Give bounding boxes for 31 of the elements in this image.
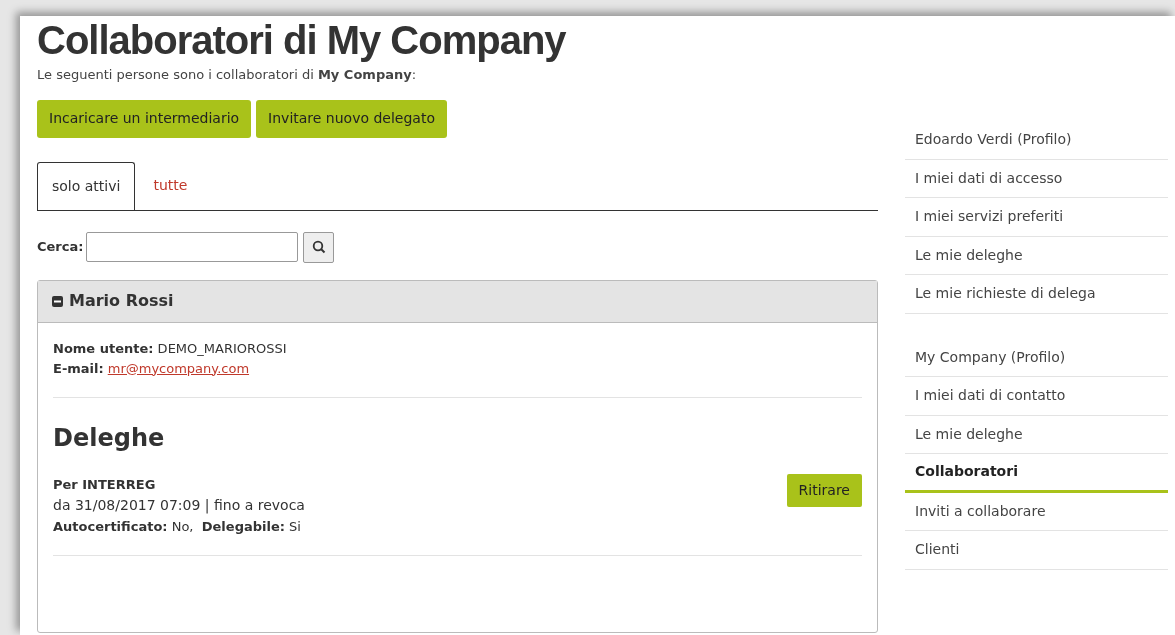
sidebar-item[interactable]: Clienti	[905, 531, 1168, 570]
page-subtitle: Le seguenti persone sono i collaboratori di My Company:	[37, 66, 418, 84]
sidebar-item[interactable]: Le mie deleghe	[905, 415, 1168, 454]
email-label: E-mail:	[53, 359, 104, 378]
search-field[interactable]	[86, 232, 299, 262]
sidebar-item[interactable]: My Company (Profilo)	[905, 338, 1168, 377]
delegation-flags: Autocertificato: No, Delegabile: Si	[53, 517, 302, 536]
email-link[interactable]: mr@mycompany.com	[107, 358, 250, 379]
search-label: Cerca:	[37, 238, 84, 257]
sidebar-item[interactable]: Le mie deleghe	[905, 236, 1168, 275]
sidebar-item[interactable]: Inviti a collaborare	[905, 492, 1168, 531]
sidebar-item[interactable]: I miei dati di accesso	[905, 159, 1168, 198]
collaborator-name: Mario Rossi	[69, 290, 174, 312]
section-title: Deleghe	[53, 422, 166, 454]
delegation-title: Per INTERREG	[53, 475, 157, 494]
filter-tab[interactable]: tutte	[135, 161, 206, 210]
delegation-period: da 31/08/2017 07:09 | fino a revoca	[53, 495, 305, 516]
sidebar-item[interactable]: I miei servizi preferiti	[905, 198, 1168, 237]
sidebar-item[interactable]: Collaboratori	[905, 454, 1168, 493]
search-icon	[311, 240, 326, 254]
withdraw-button[interactable]: Ritirare	[786, 473, 862, 507]
sidebar-item[interactable]: Le mie richieste di delega	[905, 275, 1168, 314]
sidebar-item[interactable]: Edoardo Verdi (Profilo)	[905, 121, 1168, 160]
search-button[interactable]	[303, 231, 335, 263]
panel-header[interactable]: Mario Rossi	[38, 280, 877, 323]
action-button[interactable]: Incaricare un intermediario	[37, 99, 252, 138]
page-title: Collaboratori di My Company	[37, 17, 567, 64]
username-text: Nome utente: DEMO_MARIOROSSI	[53, 339, 288, 358]
filter-tab[interactable]: solo attivi	[37, 161, 136, 210]
sidebar-item[interactable]: I miei dati di contatto	[905, 377, 1168, 416]
action-button[interactable]: Invitare nuovo delegato	[256, 99, 447, 138]
